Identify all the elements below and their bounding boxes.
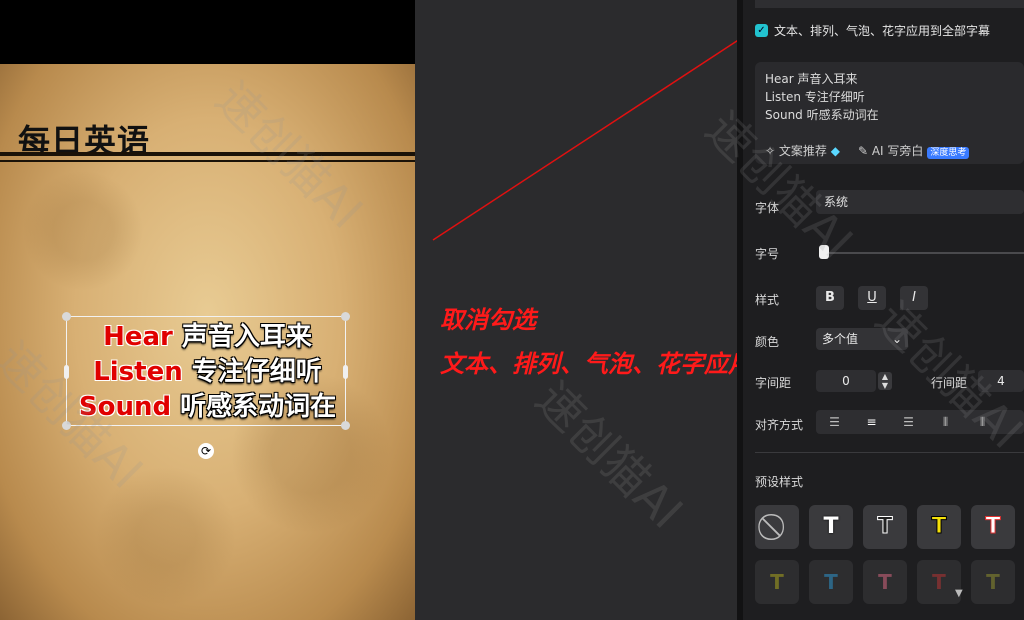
- alignment-options: ☰ ≡ ☰ ⦀ ⦀: [816, 410, 1024, 434]
- text-tools: ✧ 文案推荐 ◆ ✎ AI 写旁白 深度思考: [765, 142, 970, 159]
- style-label: 样式: [755, 293, 780, 307]
- preset-red-outline-style[interactable]: T: [971, 505, 1015, 549]
- letter-spacing-stepper[interactable]: ▲ ▼: [878, 372, 892, 390]
- sparkle-icon: ✧: [765, 144, 779, 158]
- chevron-down-icon: ⌄: [891, 332, 902, 346]
- preset-olive-style[interactable]: T: [755, 560, 799, 604]
- letter-spacing-input[interactable]: 0: [816, 370, 876, 392]
- section-divider: [755, 452, 1024, 453]
- preset-yellow-style[interactable]: T: [917, 505, 961, 549]
- text-line-1: Hear 声音入耳来: [765, 72, 858, 86]
- color-label: 颜色: [755, 335, 780, 349]
- font-select[interactable]: 系统: [816, 190, 1024, 214]
- color-select[interactable]: 多个值 ⌄: [816, 328, 908, 350]
- vertical-center-icon[interactable]: ⦀: [964, 411, 1001, 433]
- deep-think-badge: 深度思考: [927, 147, 970, 159]
- font-label: 字体: [755, 201, 780, 215]
- preset-blue-style[interactable]: T: [809, 560, 853, 604]
- panel-tabs[interactable]: [755, 0, 1024, 8]
- pen-icon: ✎: [857, 144, 872, 158]
- italic-button[interactable]: I: [900, 286, 928, 310]
- copy-recommend-button[interactable]: ✧ 文案推荐 ◆: [765, 142, 840, 159]
- preset-none-icon[interactable]: ⃠: [755, 505, 799, 549]
- text-line-2: Listen 专注仔细听: [765, 90, 865, 104]
- align-right-icon[interactable]: ☰: [890, 411, 927, 433]
- line-spacing-input[interactable]: 4: [978, 370, 1024, 392]
- size-label: 字号: [755, 247, 780, 261]
- align-center-icon[interactable]: ≡: [853, 411, 890, 433]
- apply-all-label: 文本、排列、气泡、花字应用到全部字幕: [774, 24, 991, 38]
- letter-spacing-label: 字间距: [755, 376, 792, 390]
- underline-button[interactable]: U: [858, 286, 886, 310]
- preset-label: 预设样式: [755, 475, 804, 489]
- line-spacing-label: 行间距: [931, 376, 968, 390]
- annotation-instruction: 取消勾选: [440, 306, 536, 334]
- apply-all-checkbox[interactable]: ✓: [755, 24, 768, 37]
- preset-khaki-style[interactable]: T: [971, 560, 1015, 604]
- preset-pink-style[interactable]: T: [863, 560, 907, 604]
- apply-to-all-option[interactable]: ✓ 文本、排列、气泡、花字应用到全部字幕: [755, 22, 990, 39]
- scroll-down-icon[interactable]: ▼: [955, 588, 963, 599]
- bold-button[interactable]: B: [816, 286, 844, 310]
- text-line-3: Sound 听感系动词在: [765, 108, 879, 122]
- align-label: 对齐方式: [755, 418, 804, 432]
- preset-outline-style[interactable]: T: [863, 505, 907, 549]
- font-size-slider[interactable]: [820, 252, 1024, 254]
- preset-white-style[interactable]: T: [809, 505, 853, 549]
- align-left-icon[interactable]: ☰: [816, 411, 853, 433]
- vertical-align-icon[interactable]: ⦀: [927, 411, 964, 433]
- diamond-icon: ◆: [826, 144, 840, 158]
- ai-narration-button[interactable]: ✎ AI 写旁白 深度思考: [857, 142, 970, 159]
- font-size-thumb[interactable]: [819, 245, 829, 259]
